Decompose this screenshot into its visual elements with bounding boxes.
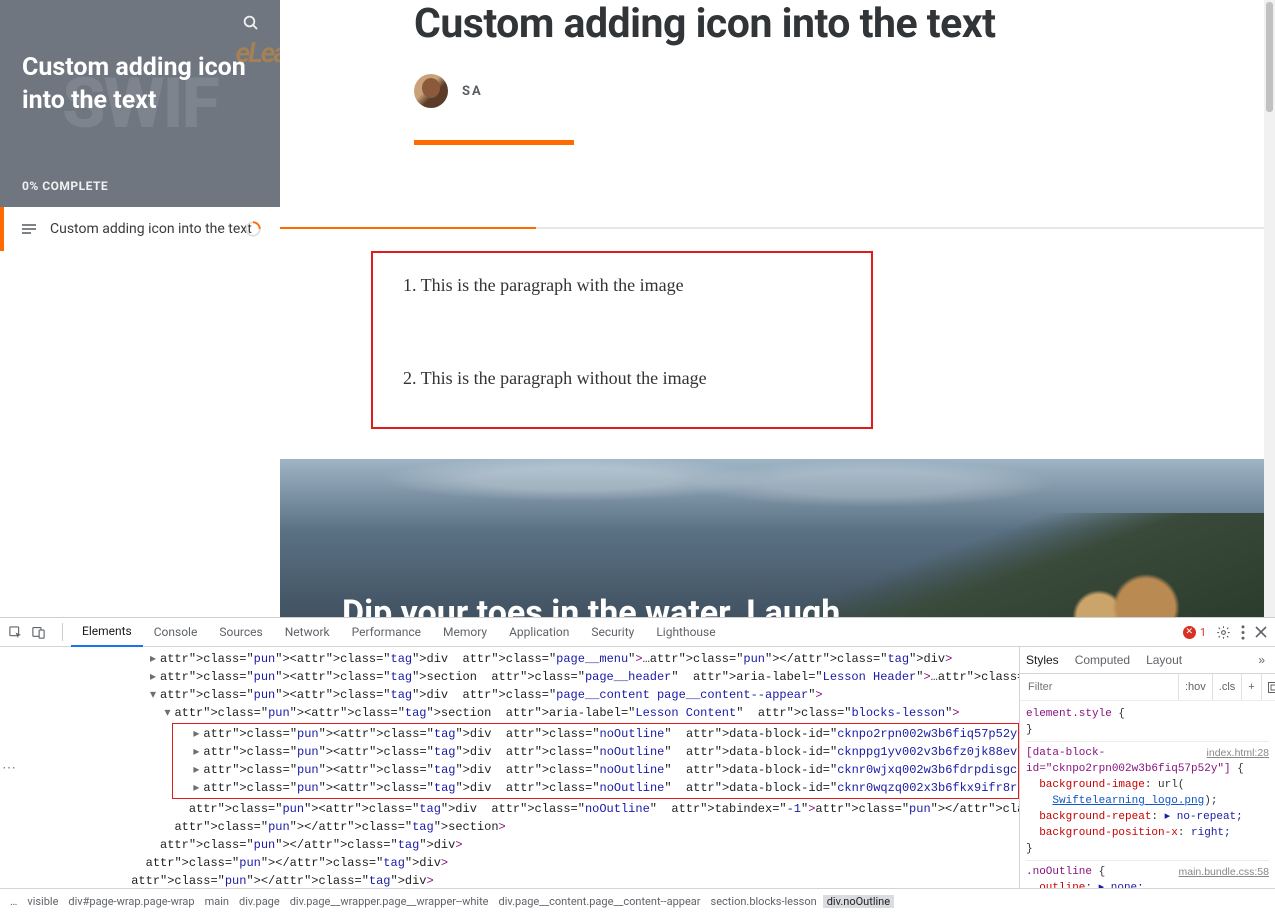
kebab-icon[interactable] bbox=[1241, 625, 1245, 640]
tab-performance[interactable]: Performance bbox=[341, 618, 432, 646]
crumb[interactable]: div.page bbox=[235, 895, 284, 908]
dom-tree[interactable]: ▸attr">class="pun"><attr">class="tag">di… bbox=[0, 647, 1019, 888]
dom-line[interactable]: attr">class="pun"></attr">class="tag">di… bbox=[0, 854, 1019, 872]
dom-breadcrumb[interactable]: …visiblediv#page-wrap.page-wrapmaindiv.p… bbox=[0, 888, 1275, 913]
cls-toggle[interactable]: .cls bbox=[1212, 674, 1242, 700]
sidebar: SWIF Custom adding icon into the text 0%… bbox=[0, 0, 280, 617]
styles-filter-input[interactable] bbox=[1020, 681, 1178, 693]
styles-panel: Styles Computed Layout » :hov .cls + ele… bbox=[1019, 647, 1275, 888]
error-badge[interactable]: ✕1 bbox=[1183, 626, 1206, 639]
content-pane: Custom adding icon into the text SA 1. T… bbox=[280, 0, 1264, 617]
tab-network[interactable]: Network bbox=[274, 618, 341, 646]
crumb[interactable]: section.blocks-lesson bbox=[707, 895, 821, 908]
dom-line[interactable]: ▸attr">class="pun"><attr">class="tag">di… bbox=[173, 779, 1018, 797]
search-icon[interactable] bbox=[242, 14, 260, 32]
dom-line[interactable]: attr">class="pun"><attr">class="tag">div… bbox=[0, 800, 1019, 818]
tab-application[interactable]: Application bbox=[498, 618, 580, 646]
styles-rules[interactable]: element.style {}index.html:28[data-block… bbox=[1020, 701, 1275, 888]
dom-line[interactable]: attr">class="pun"></attr">class="tag">se… bbox=[0, 818, 1019, 836]
css-rule[interactable]: index.html:28[data-block-id="cknpo2rpn00… bbox=[1026, 742, 1269, 861]
close-icon[interactable] bbox=[1255, 626, 1267, 638]
title-underline bbox=[414, 140, 574, 145]
tab-elements[interactable]: Elements bbox=[71, 617, 143, 647]
devtools-body: ▸attr">class="pun"><attr">class="tag">di… bbox=[0, 647, 1275, 888]
styles-subtabs: Styles Computed Layout » bbox=[1020, 647, 1275, 674]
scrollbar-thumb[interactable] bbox=[1266, 2, 1273, 112]
dom-line[interactable]: ▾attr">class="pun"><attr">class="tag">se… bbox=[0, 704, 1019, 722]
overflow-dots: ⋯ bbox=[2, 760, 18, 776]
dom-line[interactable]: ▸attr">class="pun"><attr">class="tag">di… bbox=[0, 650, 1019, 668]
tab-memory[interactable]: Memory bbox=[432, 618, 498, 646]
sidebar-item-label: Custom adding icon into the text bbox=[50, 221, 252, 237]
subtab-layout[interactable]: Layout bbox=[1146, 653, 1182, 667]
devtools-tabbar: ElementsConsoleSourcesNetworkPerformance… bbox=[0, 618, 1275, 647]
subtab-computed[interactable]: Computed bbox=[1075, 653, 1130, 667]
sidebar-bg-logo: SWIF bbox=[0, 0, 280, 207]
crumb-more[interactable]: … bbox=[6, 895, 21, 908]
page-title: Custom adding icon into the text bbox=[280, 0, 1264, 48]
lesson-progress-fill bbox=[280, 227, 536, 229]
hero-heading: Dip your toes in the water. Laugh bbox=[342, 593, 840, 617]
highlighted-content-box: 1. This is the paragraph with the image … bbox=[371, 251, 873, 429]
sidebar-hero: SWIF Custom adding icon into the text 0%… bbox=[0, 0, 280, 207]
author-block: SA bbox=[280, 74, 1264, 108]
sidebar-item-lesson[interactable]: Custom adding icon into the text bbox=[0, 207, 280, 251]
lesson-progress-bar bbox=[280, 227, 1264, 229]
avatar bbox=[414, 74, 448, 108]
dom-line[interactable]: ▸attr">class="pun"><attr">class="tag">di… bbox=[173, 761, 1018, 779]
crumb[interactable]: div#page-wrap.page-wrap bbox=[64, 895, 198, 908]
loading-spinner-icon bbox=[244, 220, 262, 238]
new-rule-icon[interactable]: + bbox=[1241, 674, 1260, 700]
inspect-icon[interactable] bbox=[8, 625, 23, 640]
hero-image: Dip your toes in the water. Laugh bbox=[280, 459, 1264, 617]
dom-line[interactable]: ▾attr">class="pun"><attr">class="tag">di… bbox=[0, 686, 1019, 704]
tab-lighthouse[interactable]: Lighthouse bbox=[645, 618, 726, 646]
paragraph-1: 1. This is the paragraph with the image bbox=[403, 275, 841, 296]
error-count: 1 bbox=[1200, 626, 1206, 639]
crumb[interactable]: div.page__content.page__content--appear bbox=[495, 895, 705, 908]
paragraph-2: 2. This is the paragraph without the ima… bbox=[403, 368, 841, 389]
crumb[interactable]: div.page__wrapper.page__wrapper--white bbox=[286, 895, 493, 908]
author-initials: SA bbox=[462, 84, 483, 99]
subtab-styles[interactable]: Styles bbox=[1026, 653, 1059, 667]
css-rule[interactable]: main.bundle.css:58.noOutline { outline: … bbox=[1026, 861, 1269, 888]
crumb[interactable]: div.noOutline bbox=[823, 895, 894, 908]
dom-line[interactable]: ▸attr">class="pun"><attr">class="tag">di… bbox=[173, 725, 1018, 743]
box-model-icon[interactable] bbox=[1261, 674, 1275, 700]
tab-security[interactable]: Security bbox=[580, 618, 645, 646]
devtools-panel: ElementsConsoleSourcesNetworkPerformance… bbox=[0, 617, 1275, 913]
page-scrollbar[interactable] bbox=[1264, 0, 1275, 617]
crumb[interactable]: main bbox=[201, 895, 233, 908]
more-tabs-icon[interactable]: » bbox=[1258, 653, 1265, 667]
progress-text: 0% COMPLETE bbox=[22, 179, 258, 193]
tab-sources[interactable]: Sources bbox=[208, 618, 273, 646]
styles-filter-bar: :hov .cls + bbox=[1020, 674, 1275, 701]
tab-console[interactable]: Console bbox=[143, 618, 209, 646]
dom-line[interactable]: ▸attr">class="pun"><attr">class="tag">se… bbox=[0, 668, 1019, 686]
device-icon[interactable] bbox=[31, 625, 46, 640]
dom-line[interactable]: attr">class="pun"></attr">class="tag">di… bbox=[0, 872, 1019, 888]
settings-icon[interactable] bbox=[1216, 625, 1231, 640]
app-viewport: SWIF Custom adding icon into the text 0%… bbox=[0, 0, 1264, 617]
crumb[interactable]: visible bbox=[23, 895, 62, 908]
dom-line[interactable]: ▸attr">class="pun"><attr">class="tag">di… bbox=[173, 743, 1018, 761]
css-rule[interactable]: element.style {} bbox=[1026, 703, 1269, 742]
menu-icon bbox=[22, 223, 36, 235]
hov-toggle[interactable]: :hov bbox=[1178, 674, 1212, 700]
dom-line[interactable]: attr">class="pun"></attr">class="tag">di… bbox=[0, 836, 1019, 854]
